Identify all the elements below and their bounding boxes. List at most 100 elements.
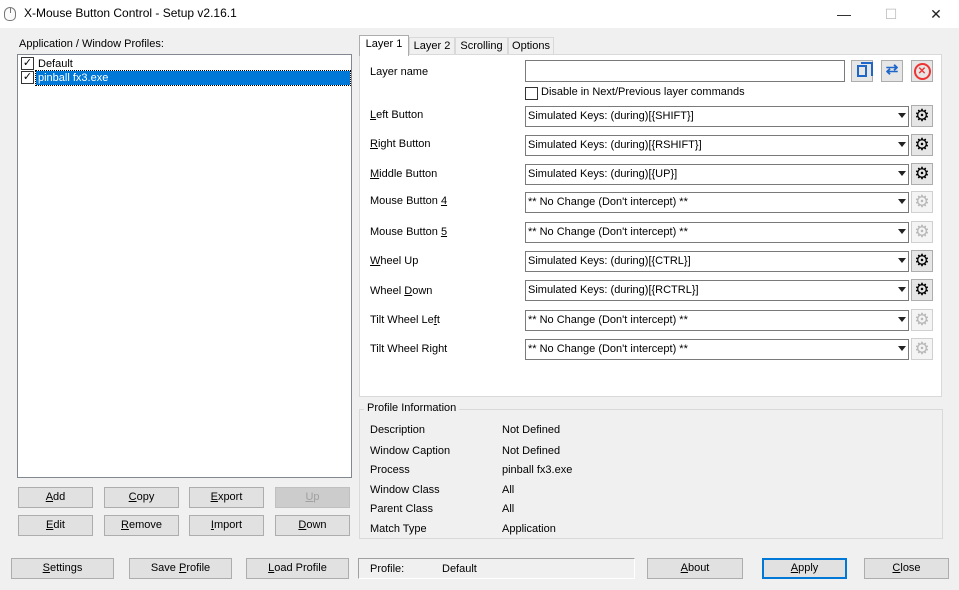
mouse-button-5-select[interactable]: ** No Change (Don't intercept) **: [525, 222, 909, 243]
left-button-select[interactable]: Simulated Keys: (during)[{SHIFT}]: [525, 106, 909, 127]
import-button[interactable]: Import: [189, 515, 264, 536]
remove-button[interactable]: Remove: [104, 515, 179, 536]
gear-icon: ⚙: [914, 310, 930, 329]
chevron-down-icon: [898, 287, 906, 292]
tilt-wheel-right-label: Tilt Wheel Right: [370, 343, 448, 355]
gear-icon: ⚙: [914, 339, 930, 358]
wheel-down-value: Simulated Keys: (during)[{RCTRL}]: [528, 284, 699, 296]
wheel-down-gear[interactable]: ⚙: [911, 279, 933, 301]
wheel-up-select[interactable]: Simulated Keys: (during)[{CTRL}]: [525, 251, 909, 272]
tilt-wheel-right-select[interactable]: ** No Change (Don't intercept) **: [525, 339, 909, 360]
right-button-label: Right Button: [370, 138, 431, 150]
gear-icon: ⚙: [914, 280, 930, 299]
gear-icon: ⚙: [914, 222, 930, 241]
right-button-select[interactable]: Simulated Keys: (during)[{RSHIFT}]: [525, 135, 909, 156]
minimize-button[interactable]: —: [821, 0, 867, 28]
tab-options[interactable]: Options: [508, 37, 554, 55]
chevron-down-icon: [898, 317, 906, 322]
status-profile-value: Default: [442, 563, 477, 575]
chevron-down-icon: [898, 229, 906, 234]
tilt-wheel-left-select[interactable]: ** No Change (Don't intercept) **: [525, 310, 909, 331]
apply-button[interactable]: Apply: [762, 558, 847, 579]
description-label: Description: [370, 424, 426, 436]
load-profile-button[interactable]: Load Profile: [246, 558, 349, 579]
disable-layer-label: Disable in Next/Previous layer commands: [541, 86, 745, 98]
swap-layer-button[interactable]: ⇄: [881, 60, 903, 82]
status-profile: Profile: Default: [358, 558, 635, 579]
gear-icon: ⚙: [914, 135, 930, 154]
profile-information-group: Profile Information Description Not Defi…: [359, 402, 943, 539]
mouse-button-4-value: ** No Change (Don't intercept) **: [528, 196, 688, 208]
copy-layer-button[interactable]: [851, 60, 873, 82]
settings-button[interactable]: Settings: [11, 558, 114, 579]
mouse-button-5-label: Mouse Button 5: [370, 226, 448, 238]
chevron-down-icon: [898, 258, 906, 263]
window-caption-label: Window Caption: [370, 445, 451, 457]
tilt-wheel-right-value: ** No Change (Don't intercept) **: [528, 343, 688, 355]
profile-label-pinball: pinball fx3.exe: [35, 70, 351, 86]
chevron-down-icon: [898, 113, 906, 118]
mouse-button-4-gear[interactable]: ⚙: [911, 191, 933, 213]
mouse-button-5-gear[interactable]: ⚙: [911, 221, 933, 243]
about-button[interactable]: About: [647, 558, 743, 579]
process-value: pinball fx3.exe: [502, 464, 573, 476]
left-button-value: Simulated Keys: (during)[{SHIFT}]: [528, 110, 694, 122]
layer-1-panel: Layer name ⇄ ✕ Disable in Next/Previous …: [359, 54, 942, 397]
chevron-down-icon: [898, 171, 906, 176]
add-button[interactable]: Add: [18, 487, 93, 508]
disable-layer-checkbox[interactable]: [525, 87, 538, 100]
tilt-wheel-left-gear[interactable]: ⚙: [911, 309, 933, 331]
wheel-up-gear[interactable]: ⚙: [911, 250, 933, 272]
tab-layer-1[interactable]: Layer 1: [359, 35, 409, 56]
list-item-default[interactable]: ✓ Default: [20, 57, 350, 71]
profiles-list[interactable]: ✓ Default ✓ pinball fx3.exe: [17, 54, 352, 478]
middle-button-value: Simulated Keys: (during)[{UP}]: [528, 168, 678, 180]
maximize-button[interactable]: ☐: [868, 0, 914, 28]
gear-icon: ⚙: [914, 164, 930, 183]
chevron-down-icon: [898, 346, 906, 351]
close-window-button[interactable]: ✕: [913, 0, 959, 28]
tilt-wheel-right-gear[interactable]: ⚙: [911, 338, 933, 360]
profiles-label: Application / Window Profiles:: [19, 38, 164, 50]
clear-icon: ✕: [913, 63, 931, 80]
gear-icon: ⚙: [914, 251, 930, 270]
profile-label-default: Default: [38, 58, 73, 70]
wheel-up-label: Wheel Up: [370, 255, 419, 267]
mouse-button-4-select[interactable]: ** No Change (Don't intercept) **: [525, 192, 909, 213]
tab-layer-2[interactable]: Layer 2: [409, 37, 455, 55]
mouse-button-4-label: Mouse Button 4: [370, 195, 448, 207]
wheel-down-select[interactable]: Simulated Keys: (during)[{RCTRL}]: [525, 280, 909, 301]
left-button-gear[interactable]: ⚙: [911, 105, 933, 127]
middle-button-label: Middle Button: [370, 168, 438, 180]
match-type-label: Match Type: [370, 523, 427, 535]
middle-button-select[interactable]: Simulated Keys: (during)[{UP}]: [525, 164, 909, 185]
layer-name-label: Layer name: [370, 66, 429, 78]
tilt-wheel-left-label: Tilt Wheel Left: [370, 314, 440, 326]
list-item-pinball[interactable]: ✓ pinball fx3.exe: [20, 70, 351, 86]
up-button[interactable]: Up: [275, 487, 350, 508]
profile-checkbox-default[interactable]: ✓: [21, 57, 34, 70]
copy-icon: [857, 62, 873, 77]
mouse-button-5-value: ** No Change (Don't intercept) **: [528, 226, 688, 238]
middle-button-gear[interactable]: ⚙: [911, 163, 933, 185]
tab-scrolling[interactable]: Scrolling: [455, 37, 508, 55]
swap-icon: ⇄: [885, 61, 899, 78]
parent-class-label: Parent Class: [370, 503, 433, 515]
export-button[interactable]: Export: [189, 487, 264, 508]
save-profile-button[interactable]: Save Profile: [129, 558, 232, 579]
layer-name-input[interactable]: [525, 60, 845, 82]
edit-button[interactable]: Edit: [18, 515, 93, 536]
window-title: X-Mouse Button Control - Setup v2.16.1: [24, 6, 237, 20]
mouse-app-icon: [4, 7, 16, 21]
close-button[interactable]: Close: [864, 558, 949, 579]
status-profile-label: Profile:: [370, 563, 405, 575]
right-button-gear[interactable]: ⚙: [911, 134, 933, 156]
description-value: Not Defined: [502, 424, 561, 436]
right-button-value: Simulated Keys: (during)[{RSHIFT}]: [528, 139, 702, 151]
tilt-wheel-left-value: ** No Change (Don't intercept) **: [528, 314, 688, 326]
clear-layer-button[interactable]: ✕: [911, 60, 933, 82]
copy-button[interactable]: Copy: [104, 487, 179, 508]
chevron-down-icon: [898, 199, 906, 204]
down-button[interactable]: Down: [275, 515, 350, 536]
profile-checkbox-pinball[interactable]: ✓: [21, 71, 34, 84]
